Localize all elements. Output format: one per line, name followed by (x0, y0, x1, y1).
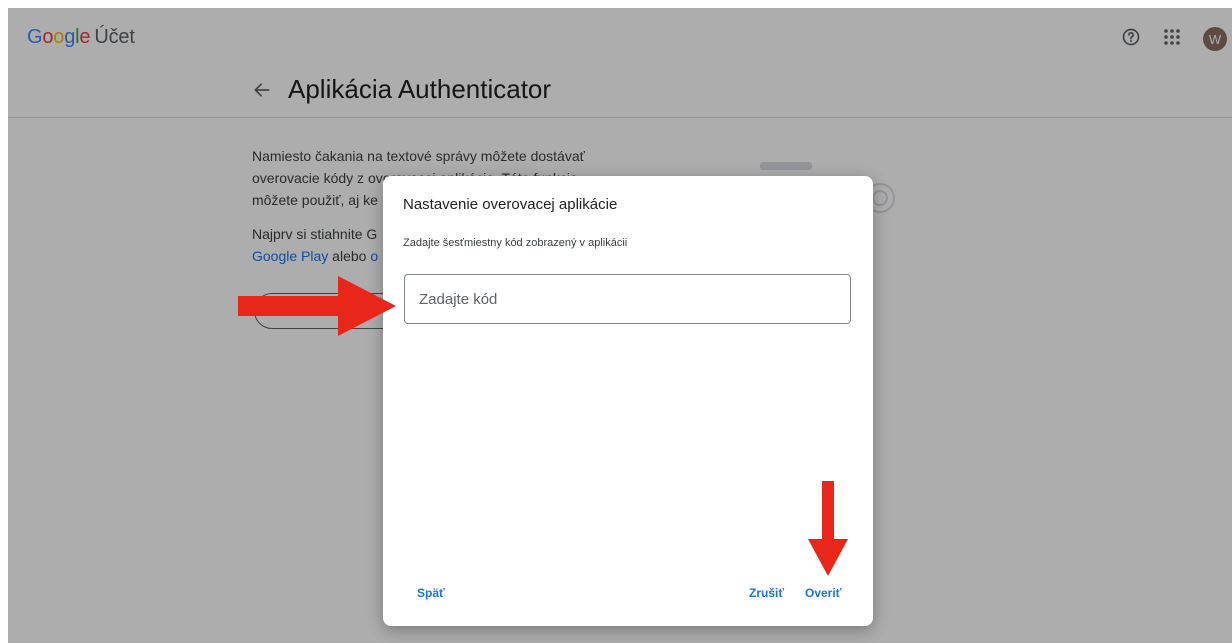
cancel-button[interactable]: Zrušiť (749, 586, 784, 600)
annotation-arrow-down-icon (808, 481, 848, 576)
back-button[interactable]: Späť (417, 586, 445, 600)
dialog-title: Nastavenie overovacej aplikácie (403, 196, 618, 213)
page: Google Účet W Aplikácia Authenticator Nam… (8, 8, 1232, 643)
verification-code-input[interactable] (404, 274, 851, 324)
dialog-instructions: Zadajte šesťmiestny kód zobrazený v apli… (403, 237, 628, 249)
annotation-arrow-right-icon (238, 276, 396, 336)
verify-button[interactable]: Overiť (805, 586, 841, 600)
setup-authenticator-dialog: Nastavenie overovacej aplikácie Zadajte … (383, 176, 873, 626)
